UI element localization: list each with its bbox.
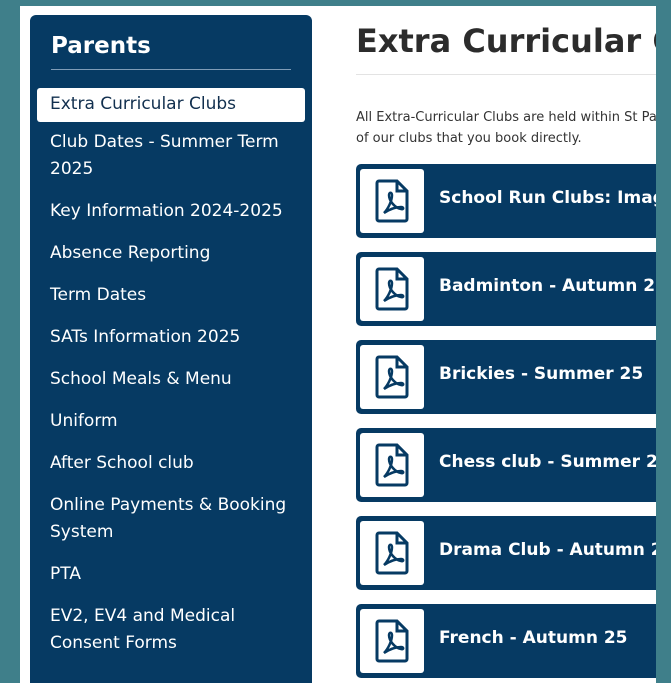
pdf-icon bbox=[360, 257, 424, 321]
sidebar-nav: Extra Curricular Clubs Club Dates - Summ… bbox=[30, 88, 312, 665]
file-link-school-run-clubs[interactable]: School Run Clubs: Imagin bbox=[356, 164, 656, 238]
page-edge bbox=[656, 0, 671, 683]
file-list: School Run Clubs: Imagin Badminton - Aut… bbox=[356, 164, 656, 683]
sidebar-title: Parents bbox=[51, 33, 151, 59]
file-label: French - Autumn 25 bbox=[439, 628, 628, 648]
file-label: Brickies - Summer 25 bbox=[439, 364, 644, 384]
sidebar-item-extra-curricular-clubs[interactable]: Extra Curricular Clubs bbox=[37, 88, 305, 122]
page-frame: Parents Extra Curricular Clubs Club Date… bbox=[20, 6, 656, 683]
file-label: Drama Club - Autumn 25 bbox=[439, 540, 656, 560]
file-label: Badminton - Autumn 25 bbox=[439, 276, 656, 296]
sidebar-item-online-payments[interactable]: Online Payments & Booking System bbox=[30, 485, 312, 554]
sidebar-item-term-dates[interactable]: Term Dates bbox=[30, 275, 312, 317]
main-content: Extra Curricular Cl All Extra-Curricular… bbox=[356, 6, 656, 683]
pdf-icon bbox=[360, 521, 424, 585]
file-label: Chess club - Summer 25 bbox=[439, 452, 656, 472]
pdf-icon bbox=[360, 609, 424, 673]
sidebar-item-absence-reporting[interactable]: Absence Reporting bbox=[30, 233, 312, 275]
sidebar-item-school-meals[interactable]: School Meals & Menu bbox=[30, 359, 312, 401]
file-link-brickies[interactable]: Brickies - Summer 25 bbox=[356, 340, 656, 414]
file-link-chess-club[interactable]: Chess club - Summer 25 bbox=[356, 428, 656, 502]
sidebar-item-pta[interactable]: PTA bbox=[30, 554, 312, 596]
sidebar-item-uniform[interactable]: Uniform bbox=[30, 401, 312, 443]
file-link-badminton[interactable]: Badminton - Autumn 25 bbox=[356, 252, 656, 326]
file-label: School Run Clubs: Imagin bbox=[439, 188, 656, 208]
sidebar-item-consent-forms[interactable]: EV2, EV4 and Medical Consent Forms bbox=[30, 596, 312, 665]
file-link-french[interactable]: French - Autumn 25 bbox=[356, 604, 656, 678]
sidebar-item-after-school-club[interactable]: After School club bbox=[30, 443, 312, 485]
sidebar: Parents Extra Curricular Clubs Club Date… bbox=[30, 15, 312, 683]
sidebar-item-sats-information[interactable]: SATs Information 2025 bbox=[30, 317, 312, 359]
title-divider bbox=[356, 74, 656, 75]
pdf-icon bbox=[360, 169, 424, 233]
sidebar-item-key-information[interactable]: Key Information 2024-2025 bbox=[30, 191, 312, 233]
pdf-icon bbox=[360, 433, 424, 497]
intro-line-2: of our clubs that you book directly. bbox=[356, 131, 582, 146]
sidebar-item-club-dates[interactable]: Club Dates - Summer Term 2025 bbox=[30, 122, 312, 191]
intro-text: All Extra-Curricular Clubs are held with… bbox=[356, 107, 656, 149]
file-link-drama-club[interactable]: Drama Club - Autumn 25 bbox=[356, 516, 656, 590]
page-title: Extra Curricular Cl bbox=[356, 22, 656, 60]
pdf-icon bbox=[360, 345, 424, 409]
sidebar-divider bbox=[51, 69, 291, 70]
intro-line-1: All Extra-Curricular Clubs are held with… bbox=[356, 110, 656, 125]
